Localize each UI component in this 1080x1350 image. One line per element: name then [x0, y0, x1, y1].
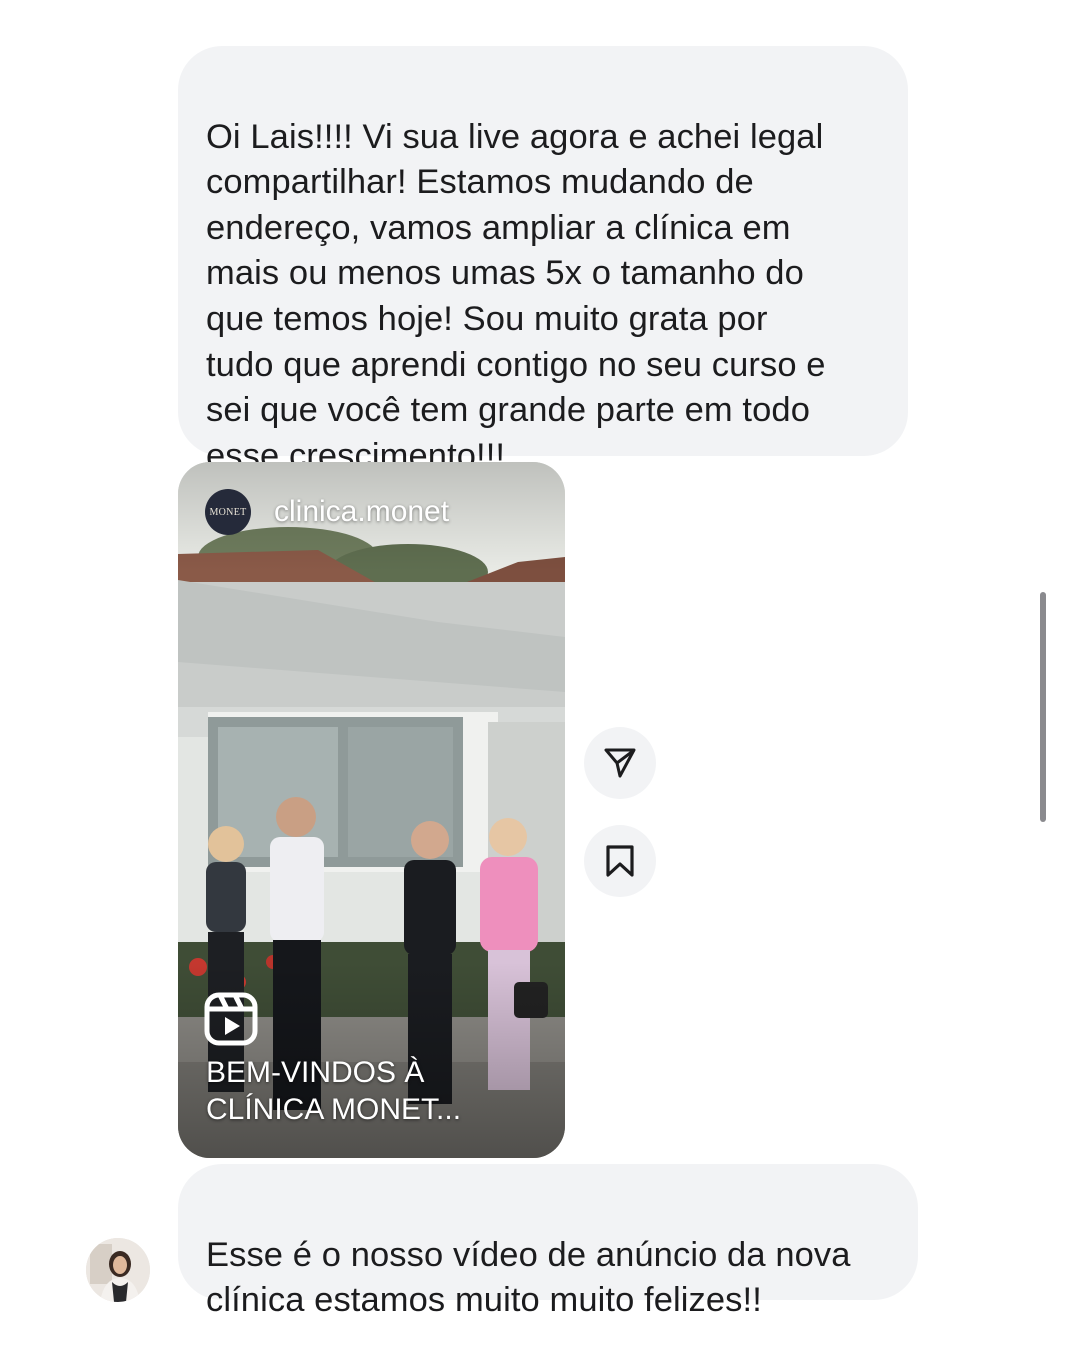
reel-author-username[interactable]: clinica.monet — [274, 492, 449, 532]
reels-icon — [204, 992, 258, 1046]
message-text: Esse é o nosso vídeo de anúncio da nova … — [206, 1235, 851, 1320]
shared-reel-card[interactable]: MONET clinica.monet BEM-VINDOS À CLÍNICA… — [178, 462, 565, 1158]
message-bubble[interactable]: Oi Lais!!!! Vi sua live agora e achei le… — [178, 46, 908, 475]
sender-photo — [86, 1238, 150, 1302]
share-button[interactable] — [584, 727, 656, 799]
reel-caption: BEM-VINDOS À CLÍNICA MONET... — [206, 1056, 462, 1126]
message-bubble[interactable]: Esse é o nosso vídeo de anúncio da nova … — [178, 1164, 918, 1319]
sender-avatar[interactable] — [86, 1238, 150, 1302]
message-text: Oi Lais!!!! Vi sua live agora e achei le… — [206, 117, 826, 475]
avatar-logo-text: MONET — [209, 506, 247, 518]
send-icon — [604, 748, 636, 778]
reel-author-avatar[interactable]: MONET — [205, 489, 251, 535]
save-button[interactable] — [584, 825, 656, 897]
bookmark-icon — [606, 845, 634, 877]
scrollbar[interactable] — [1040, 592, 1046, 822]
